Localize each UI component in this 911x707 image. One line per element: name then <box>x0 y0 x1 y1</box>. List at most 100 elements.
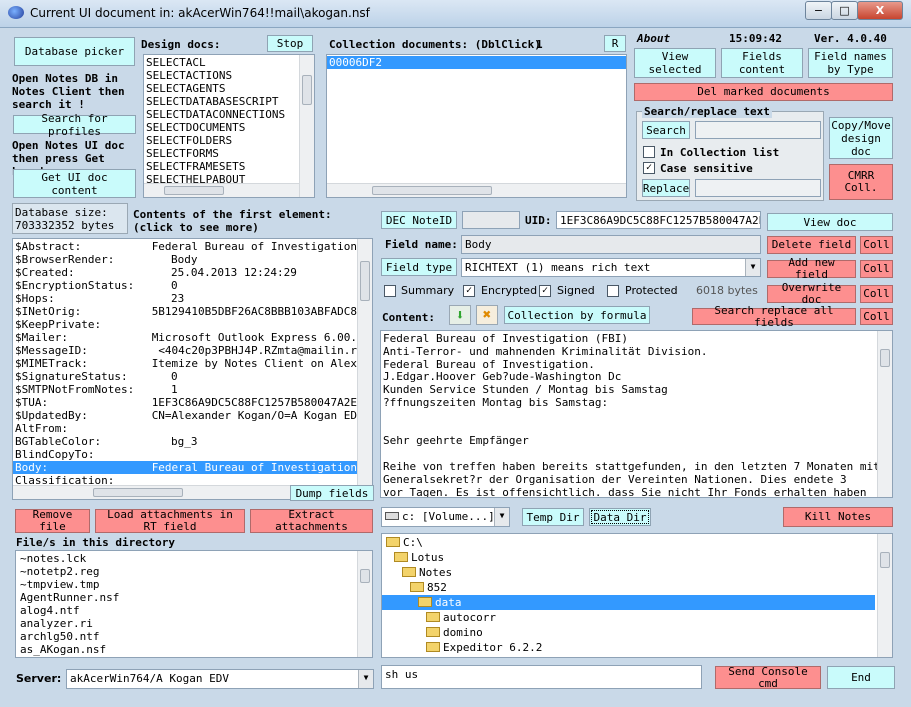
content-textarea[interactable]: Federal Bureau of Investigation (FBI) Ant… <box>380 330 893 498</box>
fields-list-scrollbar[interactable] <box>357 239 372 499</box>
contents-first-element-label[interactable]: Contents of the first element: (click to… <box>133 208 369 234</box>
minimize-button[interactable]: − <box>805 1 832 20</box>
add-field-coll-button[interactable]: Coll <box>860 260 893 278</box>
directory-item[interactable]: 852 <box>382 580 875 595</box>
field-type-button[interactable]: Field type <box>381 258 457 276</box>
field-names-by-type-button[interactable]: Field names by Type <box>808 48 893 78</box>
design-doc-item[interactable]: SELECTDOCUMENTS <box>144 121 299 134</box>
field-row[interactable]: $INetOrig: 5B129410B5DBF26AC8BBB103ABFADC… <box>13 305 357 318</box>
design-doc-item[interactable]: SELECTDATACONNECTIONS <box>144 108 299 121</box>
field-row[interactable]: $Mailer: Microsoft Outlook Express 6.00. <box>13 331 357 344</box>
field-row[interactable]: $Created: 25.04.2013 12:24:29 <box>13 266 357 279</box>
field-row[interactable]: BGTableColor: bg_3 <box>13 435 357 448</box>
field-row[interactable]: $TUA: 1EF3C86A9DC5C88FC1257B580047A2E <box>13 396 357 409</box>
design-doc-item[interactable]: SELECTACTIONS <box>144 69 299 82</box>
design-doc-item[interactable]: SELECTACL <box>144 56 299 69</box>
collection-by-formula-button[interactable]: Collection by formula <box>504 306 650 324</box>
file-item[interactable]: analyzer.ri <box>18 617 357 630</box>
chevron-down-icon[interactable]: ▼ <box>494 508 509 526</box>
noteid-input[interactable] <box>462 211 520 229</box>
replace-button[interactable]: Replace <box>642 179 690 197</box>
directory-item[interactable]: autocorr <box>382 610 875 625</box>
collection-hscrollbar[interactable] <box>327 183 626 197</box>
server-select[interactable]: akAcerWin764/A Kogan EDV ▼ <box>66 669 374 689</box>
design-doc-item[interactable]: SELECTDATABASESCRIPT <box>144 95 299 108</box>
directory-tree-scrollbar[interactable] <box>877 534 892 657</box>
overwrite-coll-button[interactable]: Coll <box>860 285 893 303</box>
collection-item[interactable]: 00006DF2 <box>327 56 626 69</box>
collection-docs-list[interactable]: 00006DF2 <box>326 54 627 198</box>
file-item[interactable]: alog4.ntf <box>18 604 357 617</box>
file-item[interactable]: archlg50.ntf <box>18 630 357 643</box>
send-console-cmd-button[interactable]: Send Console cmd <box>715 665 821 689</box>
console-command-input[interactable]: sh us <box>381 665 702 689</box>
field-row[interactable]: $MessageID: <404c20p3PBHJ4P.RZmta@mailin.… <box>13 344 357 357</box>
maximize-button[interactable]: □ <box>831 1 858 20</box>
directory-item[interactable]: data <box>382 595 875 610</box>
copy-move-design-doc-button[interactable]: Copy/Move design doc <box>829 117 893 159</box>
file-item[interactable]: ~tmpview.tmp <box>18 578 357 591</box>
kill-notes-button[interactable]: Kill Notes <box>783 507 893 527</box>
fields-list[interactable]: $Abstract: Federal Bureau of Investigatio… <box>12 238 373 500</box>
field-row[interactable]: BlindCopyTo: <box>13 448 357 461</box>
summary-checkbox[interactable] <box>384 285 396 297</box>
files-list[interactable]: ~notes.lck ~notetp2.reg ~tmpview.tmp AgentR… <box>15 550 373 658</box>
field-type-select[interactable]: RICHTEXT (1) means rich text ▼ <box>461 258 761 277</box>
search-replace-all-fields-button[interactable]: Search replace all fields <box>692 304 856 328</box>
field-row[interactable]: AltFrom: <box>13 422 357 435</box>
data-dir-button[interactable]: Data Dir <box>589 508 651 526</box>
design-docs-list[interactable]: SELECTACL SELECTACTIONS SELECTAGENTS SELECT… <box>143 54 315 198</box>
search-profiles-button[interactable]: Search for profiles <box>13 112 136 138</box>
directory-item[interactable]: C:\ <box>382 535 875 550</box>
field-row[interactable]: $UpdatedBy: CN=Alexander Kogan/O=A Kogan … <box>13 409 357 422</box>
field-row[interactable]: $Abstract: Federal Bureau of Investigatio… <box>13 240 357 253</box>
database-picker-button[interactable]: Database picker <box>14 37 135 66</box>
field-row[interactable]: $EncryptionStatus: 0 <box>13 279 357 292</box>
chevron-down-icon[interactable]: ▼ <box>745 259 760 276</box>
field-row[interactable]: $SignatureStatus: 0 <box>13 370 357 383</box>
design-doc-item[interactable]: SELECTFOLDERS <box>144 134 299 147</box>
remove-file-button[interactable]: Remove file <box>15 509 90 533</box>
load-attachments-button[interactable]: Load attachments in RT field <box>95 509 245 533</box>
in-collection-checkbox[interactable] <box>643 146 655 158</box>
overwrite-doc-button[interactable]: Overwrite doc <box>767 282 856 306</box>
design-list-scrollbar[interactable] <box>299 55 314 197</box>
view-selected-button[interactable]: View selected <box>634 48 716 78</box>
orange-x-icon[interactable]: ✖ <box>476 305 498 325</box>
signed-checkbox[interactable]: ✓ <box>539 285 551 297</box>
replace-text-input[interactable] <box>695 179 821 197</box>
field-row[interactable]: $MIMETrack: Itemize by Notes Client on Al… <box>13 357 357 370</box>
dec-noteid-button[interactable]: DEC NoteID <box>381 211 457 229</box>
case-sensitive-checkbox[interactable]: ✓ <box>643 162 655 174</box>
refresh-collection-button[interactable]: R <box>604 35 626 52</box>
design-list-hscrollbar[interactable] <box>144 183 299 197</box>
green-down-arrow-icon[interactable]: ⬇ <box>449 305 471 325</box>
design-doc-item[interactable]: SELECTAGENTS <box>144 82 299 95</box>
content-scrollbar[interactable] <box>877 331 892 497</box>
encrypted-checkbox[interactable]: ✓ <box>463 285 475 297</box>
directory-item[interactable]: Lotus <box>382 550 875 565</box>
directory-item[interactable]: Notes <box>382 565 875 580</box>
drive-select[interactable]: c: [Volume...] ▼ <box>381 507 510 527</box>
design-doc-item[interactable]: SELECTFRAMESETS <box>144 160 299 173</box>
get-ui-doc-button[interactable]: Get UI doc content <box>13 169 136 198</box>
field-name-input[interactable]: Body <box>461 235 761 254</box>
search-text-input[interactable] <box>695 121 821 139</box>
field-row[interactable]: $Hops: 23 <box>13 292 357 305</box>
end-button[interactable]: End <box>827 666 895 689</box>
search-replace-coll-button[interactable]: Coll <box>860 308 893 325</box>
temp-dir-button[interactable]: Temp Dir <box>522 508 584 526</box>
field-row[interactable]: $SMTPNotFromNotes: 1 <box>13 383 357 396</box>
extract-attachments-button[interactable]: Extract attachments <box>250 509 373 533</box>
field-row[interactable]: $KeepPrivate: <box>13 318 357 331</box>
field-row[interactable]: Body: Federal Bureau of Investigation <box>13 461 357 474</box>
unid-input[interactable]: 1EF3C86A9DC5C88FC1257B580047A2E1 <box>556 211 761 229</box>
close-button[interactable]: X <box>857 1 903 20</box>
files-list-scrollbar[interactable] <box>357 551 372 657</box>
file-item[interactable]: AgentRunner.nsf <box>18 591 357 604</box>
delete-field-coll-button[interactable]: Coll <box>860 236 893 254</box>
file-item[interactable]: ~notes.lck <box>18 552 357 565</box>
design-doc-item[interactable]: SELECTFORMS <box>144 147 299 160</box>
chevron-down-icon[interactable]: ▼ <box>358 670 373 688</box>
directory-item[interactable]: Expeditor 6.2.2 <box>382 640 875 655</box>
